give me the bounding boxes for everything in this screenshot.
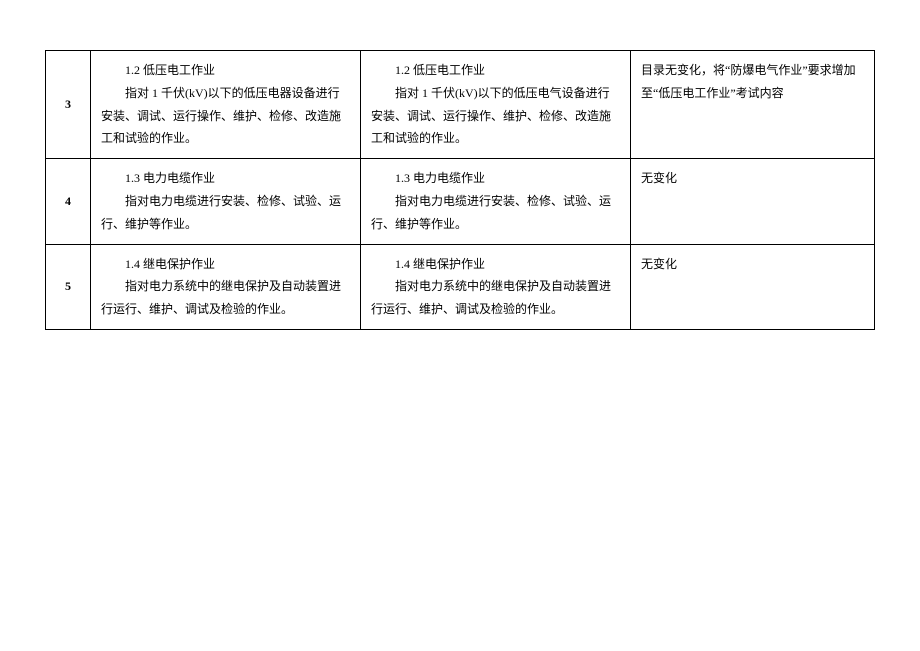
table-row: 5 1.4 继电保护作业 指对电力系统中的继电保护及自动装置进行运行、维护、调试… <box>46 244 875 329</box>
cell-new-text: 1.2 低压电工作业 指对 1 千伏(kV)以下的低压电气设备进行安装、调试、运… <box>361 51 631 159</box>
head-line: 1.4 继电保护作业 <box>371 253 620 276</box>
cell-change-note: 无变化 <box>631 244 875 329</box>
cell-new-text: 1.3 电力电缆作业 指对电力电缆进行安装、检修、试验、运行、维护等作业。 <box>361 159 631 244</box>
body-line: 指对电力电缆进行安装、检修、试验、运行、维护等作业。 <box>101 190 350 236</box>
cell-change-note: 无变化 <box>631 159 875 244</box>
body-line: 指对 1 千伏(kV)以下的低压电器设备进行安装、调试、运行操作、维护、检修、改… <box>101 82 350 150</box>
row-number: 3 <box>46 51 91 159</box>
cell-old-text: 1.4 继电保护作业 指对电力系统中的继电保护及自动装置进行运行、维护、调试及检… <box>91 244 361 329</box>
body-line: 指对电力系统中的继电保护及自动装置进行运行、维护、调试及检验的作业。 <box>371 275 620 321</box>
cell-change-note: 目录无变化，将“防爆电气作业”要求增加至“低压电工作业”考试内容 <box>631 51 875 159</box>
table-row: 4 1.3 电力电缆作业 指对电力电缆进行安装、检修、试验、运行、维护等作业。 … <box>46 159 875 244</box>
cell-new-text: 1.4 继电保护作业 指对电力系统中的继电保护及自动装置进行运行、维护、调试及检… <box>361 244 631 329</box>
comparison-table: 3 1.2 低压电工作业 指对 1 千伏(kV)以下的低压电器设备进行安装、调试… <box>45 50 875 330</box>
table-row: 3 1.2 低压电工作业 指对 1 千伏(kV)以下的低压电器设备进行安装、调试… <box>46 51 875 159</box>
body-line: 指对 1 千伏(kV)以下的低压电气设备进行安装、调试、运行操作、维护、检修、改… <box>371 82 620 150</box>
head-line: 1.2 低压电工作业 <box>101 59 350 82</box>
cell-old-text: 1.2 低压电工作业 指对 1 千伏(kV)以下的低压电器设备进行安装、调试、运… <box>91 51 361 159</box>
row-number: 5 <box>46 244 91 329</box>
body-line: 指对电力系统中的继电保护及自动装置进行运行、维护、调试及检验的作业。 <box>101 275 350 321</box>
head-line: 1.3 电力电缆作业 <box>371 167 620 190</box>
row-number: 4 <box>46 159 91 244</box>
body-line: 指对电力电缆进行安装、检修、试验、运行、维护等作业。 <box>371 190 620 236</box>
cell-old-text: 1.3 电力电缆作业 指对电力电缆进行安装、检修、试验、运行、维护等作业。 <box>91 159 361 244</box>
head-line: 1.4 继电保护作业 <box>101 253 350 276</box>
head-line: 1.3 电力电缆作业 <box>101 167 350 190</box>
head-line: 1.2 低压电工作业 <box>371 59 620 82</box>
